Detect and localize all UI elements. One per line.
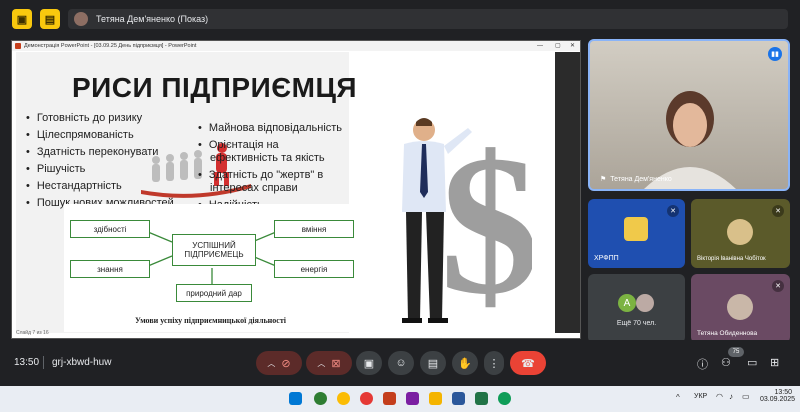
taskbar: ^ УКР ◠ ♪ ▭ 13:50 03.09.2025 — [0, 386, 800, 412]
hang-up-icon: ☎ — [521, 357, 535, 370]
raise-hand-button[interactable]: ✋ — [452, 351, 478, 375]
excel-icon[interactable] — [475, 392, 488, 405]
info-icon[interactable]: ⓘ — [697, 356, 708, 372]
avatar — [727, 294, 753, 320]
powerpoint-icon — [15, 43, 21, 49]
success-diagram: здібності знання вміння енергія УСПІШНИЙ… — [64, 204, 357, 332]
tray-chevron-icon[interactable]: ^ — [676, 393, 680, 402]
main-speaker-tile[interactable]: ▮▮ ⚑ Тетяна Дем'яненко — [588, 39, 790, 191]
camera-toggle-button[interactable]: ︿ ⊠ — [306, 351, 352, 375]
presenter-banner[interactable]: Тетяна Дем'яненко (Показ) — [68, 9, 788, 29]
chrome-icon[interactable] — [337, 392, 350, 405]
hand-icon: ✋ — [458, 357, 472, 370]
more-options-button[interactable]: ⋮ — [484, 351, 504, 375]
leave-call-button[interactable]: ☎ — [510, 351, 546, 375]
meeting-code: grj-xbwd-huw — [52, 357, 112, 368]
present-screen-icon: ▣ — [363, 357, 375, 370]
file-explorer-icon[interactable] — [429, 392, 442, 405]
captions-button[interactable]: ▤ — [420, 351, 446, 375]
businessman-dollar-illustration: $ — [402, 115, 532, 332]
tile-name: Тетяна Обиденнова — [697, 330, 758, 337]
avatar — [727, 219, 753, 245]
close-icon[interactable]: ✕ — [570, 41, 575, 51]
mic-toggle-button[interactable]: ︿ ⊘ — [256, 351, 302, 375]
chat-icon[interactable]: ▭ — [747, 356, 757, 369]
word-icon[interactable] — [452, 392, 465, 405]
language-indicator[interactable]: УКР — [694, 393, 707, 400]
emoji-icon: ☺ — [395, 357, 407, 369]
participant-tile-hrfpp[interactable]: ✕ ХРФПП — [588, 199, 685, 268]
clock-time: 13:50 — [774, 389, 792, 396]
diagram-caption: Умови успіху підприємницької діяльності — [135, 316, 286, 325]
window-titlebar: Демонстрація PowerPoint - [03.09.25 День… — [12, 41, 580, 51]
app-icon[interactable] — [314, 392, 327, 405]
battery-icon[interactable]: ▭ — [742, 392, 750, 401]
participant-tile-viktoriia[interactable]: ✕ Вікторія Іванівна Чобіток — [691, 199, 790, 268]
slide-heading: РИСИ ПІДПРИЄМЦЯ — [72, 72, 358, 103]
mic-off-icon: ✕ — [772, 205, 784, 217]
bullet-item: Майнова відповідальність — [198, 122, 348, 135]
tile-name: Вікторія Іванівна Чобіток — [697, 256, 766, 262]
meeting-time: 13:50 — [14, 357, 40, 368]
org-logo — [624, 217, 648, 241]
window-title: Демонстрація PowerPoint - [03.09.25 День… — [24, 43, 197, 49]
camera-off-icon: ⊠ — [331, 357, 341, 370]
volume-icon[interactable]: ♪ — [729, 392, 733, 401]
participant-tile-obydennova[interactable]: ✕ Тетяна Обиденнова — [691, 274, 790, 343]
present-icon[interactable]: ▣ — [12, 9, 32, 29]
diagram-box: знання — [70, 260, 150, 278]
bullet-item: Готовність до ризику — [26, 112, 206, 125]
mic-off-icon: ✕ — [772, 280, 784, 292]
layout-icon[interactable]: ▤ — [40, 9, 60, 29]
pin-icon: ⚑ — [600, 176, 607, 183]
diagram-box: природний дар — [176, 284, 252, 302]
participant-count-badge: 75 — [728, 347, 744, 357]
bullet-item: Орієнтація на ефективність та якість — [198, 139, 348, 165]
avatar-initial: A — [618, 294, 636, 312]
diagram-center-box: УСПІШНИЙ ПІДПРИЄМЕЦЬ — [172, 234, 256, 266]
opera-icon[interactable] — [360, 392, 373, 405]
people-icon[interactable]: ⚇ — [721, 356, 731, 369]
diagram-box: вміння — [274, 220, 354, 238]
emoji-button[interactable]: ☺ — [388, 351, 414, 375]
mic-off-icon: ✕ — [667, 205, 679, 217]
clock-date: 03.09.2025 — [760, 396, 796, 403]
chevron-up-icon: ︿ — [317, 358, 326, 368]
clock[interactable]: 13:50 03.09.2025 — [760, 389, 796, 403]
avatar — [636, 294, 654, 312]
divider — [43, 356, 44, 369]
speaking-indicator-icon: ▮▮ — [768, 47, 782, 61]
more-participants-tile[interactable]: A Ещё 70 чел. — [588, 274, 685, 343]
captions-icon: ▤ — [427, 357, 439, 370]
minimize-icon[interactable]: — — [537, 41, 543, 51]
speaker-name: Тетяна Дем'яненко — [610, 176, 672, 183]
slide-status: Слайд 7 из 16 — [16, 330, 49, 336]
meeting-controls-bar: 13:50 grj-xbwd-huw ︿ ⊘ ︿ ⊠ ▣ ☺ ▤ ✋ ⋮ ☎ ⓘ… — [0, 340, 800, 386]
top-bar: ▣ ▤ Тетяна Дем'яненко (Показ) — [0, 0, 800, 36]
viber-icon[interactable] — [406, 392, 419, 405]
start-icon[interactable] — [289, 392, 302, 405]
mic-off-icon: ⊘ — [281, 357, 291, 370]
wifi-icon[interactable]: ◠ — [716, 392, 723, 401]
tile-name: ХРФПП — [594, 255, 619, 262]
more-participants-label: Ещё 70 чел. — [616, 320, 657, 327]
more-vert-icon: ⋮ — [488, 357, 500, 370]
powerpoint-icon[interactable] — [383, 392, 396, 405]
diagram-box: здібності — [70, 220, 150, 238]
tile-name: ⚑ Тетяна Дем'яненко — [600, 175, 672, 183]
presentation-window: Демонстрація PowerPoint - [03.09.25 День… — [11, 40, 581, 339]
edge-icon[interactable] — [498, 392, 511, 405]
maximize-icon[interactable]: ▢ — [555, 41, 561, 51]
presenter-label: Тетяна Дем'яненко (Показ) — [96, 14, 209, 24]
chevron-up-icon: ︿ — [267, 358, 276, 368]
diagram-box: енергія — [274, 260, 354, 278]
avatar — [74, 12, 88, 26]
bullet-item: Здатність до "жертв" в інтересах справи — [198, 169, 348, 195]
present-button[interactable]: ▣ — [356, 351, 382, 375]
activities-icon[interactable]: ⊞ — [770, 356, 779, 369]
slide: РИСИ ПІДПРИЄМЦЯ Готовність до ризику Ціл… — [16, 52, 553, 333]
presenter-sidebar — [555, 52, 580, 333]
right-bullet-list: Майнова відповідальність Орієнтація на е… — [198, 122, 348, 212]
